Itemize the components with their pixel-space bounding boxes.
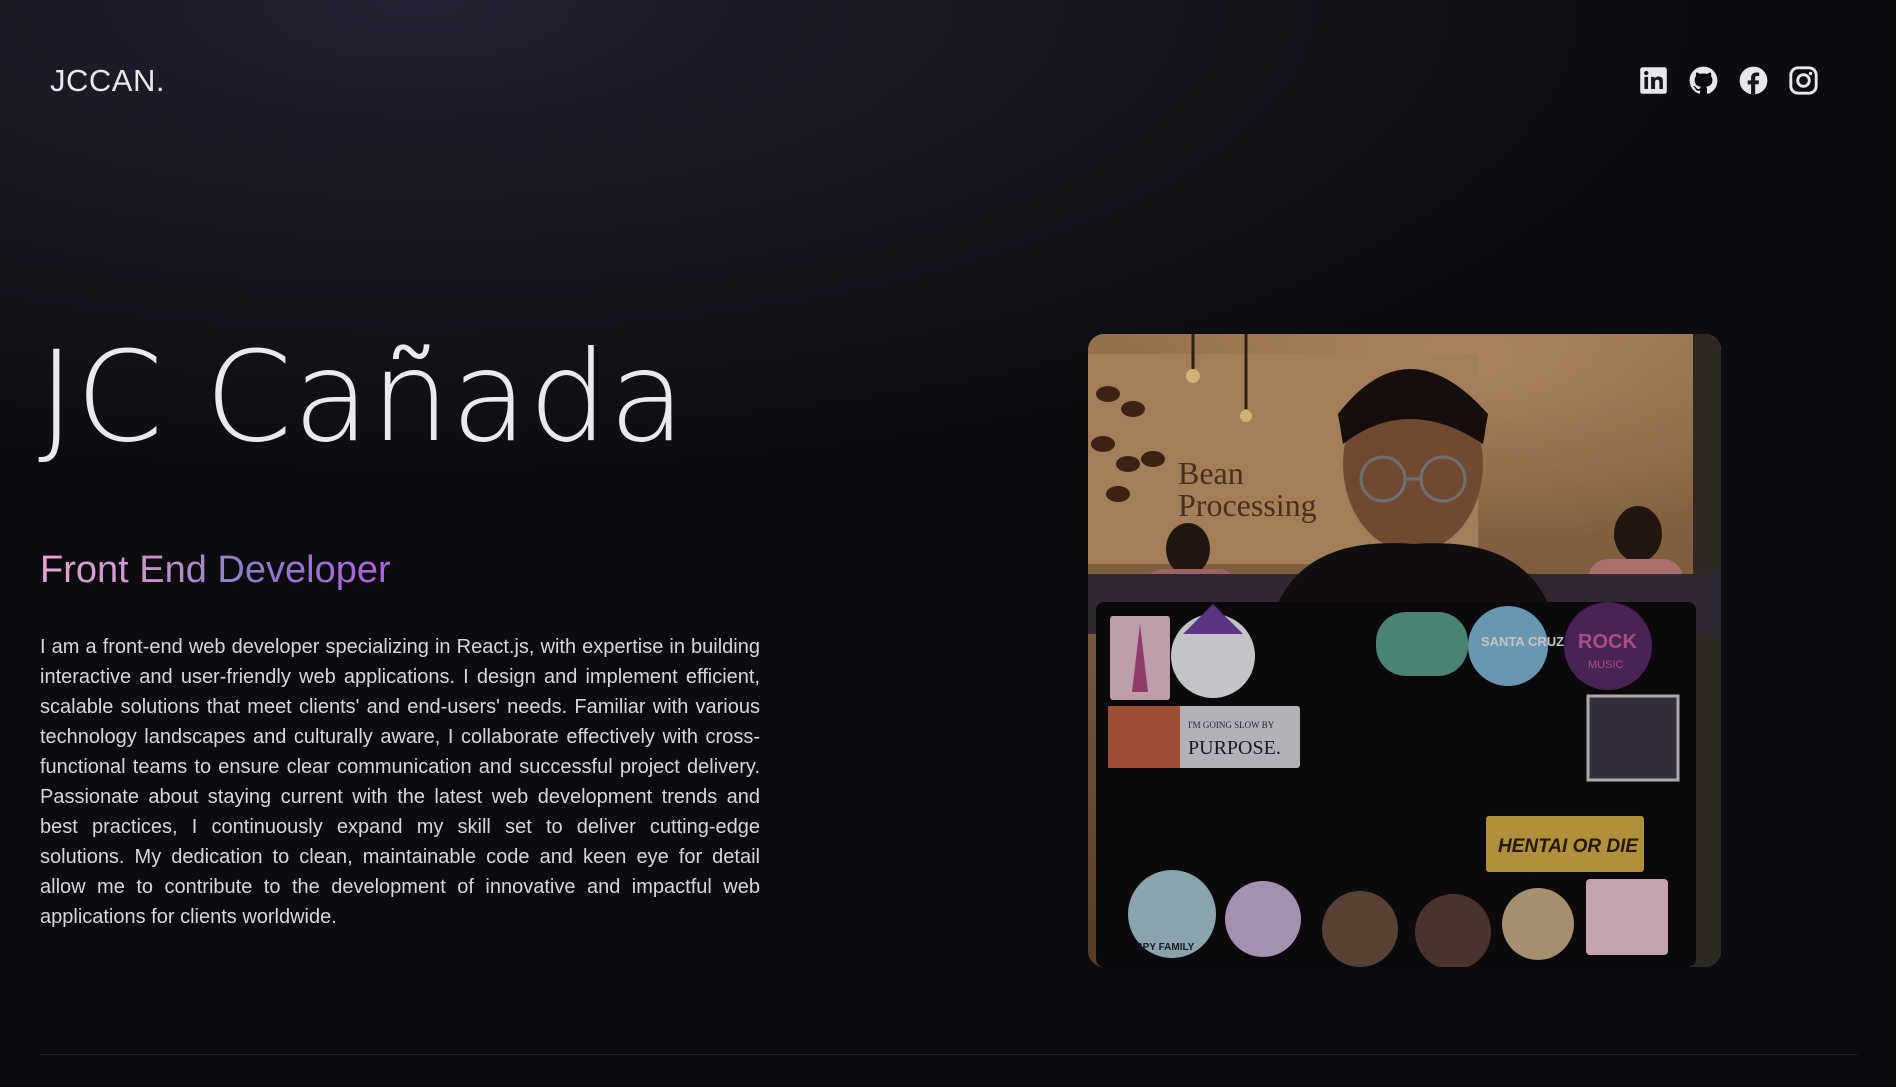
instagram-icon xyxy=(1789,66,1818,95)
job-title: Front End Developer xyxy=(40,548,391,594)
hero-name: JC Cañada xyxy=(38,325,687,470)
facebook-link[interactable] xyxy=(1739,66,1768,95)
section-divider xyxy=(40,1054,1858,1055)
bio-paragraph: I am a front-end web developer specializ… xyxy=(40,636,760,928)
linkedin-link[interactable] xyxy=(1639,66,1668,95)
social-links xyxy=(1639,66,1818,95)
github-icon xyxy=(1689,66,1718,94)
facebook-icon xyxy=(1739,66,1768,95)
instagram-link[interactable] xyxy=(1789,66,1818,95)
linkedin-icon xyxy=(1640,67,1667,94)
profile-photo: Bean Processing I'M GOING SLOW BY PURPOS… xyxy=(1088,334,1721,967)
logo[interactable]: JCCAN. xyxy=(50,63,165,99)
github-link[interactable] xyxy=(1689,66,1718,95)
